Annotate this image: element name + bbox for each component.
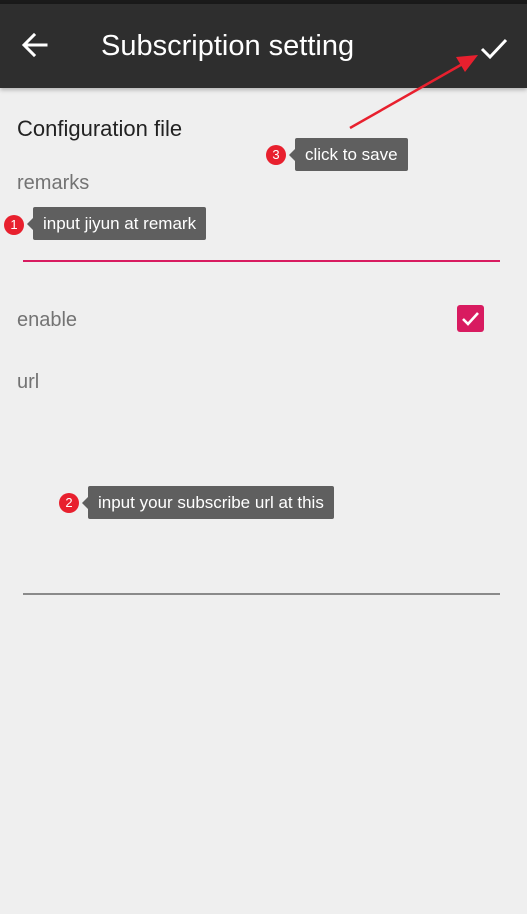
- annotation-note-3: click to save: [289, 138, 408, 171]
- page-title: Subscription setting: [101, 30, 355, 62]
- enable-label: enable: [17, 309, 78, 331]
- url-label: url: [17, 371, 40, 393]
- annotation-note-2: input your subscribe url at this: [82, 486, 334, 519]
- remarks-label: remarks: [17, 172, 90, 194]
- back-arrow-icon[interactable]: [18, 28, 52, 62]
- annotation-badge-3: 3: [266, 145, 286, 165]
- annotation-badge-2: 2: [59, 493, 79, 513]
- section-title: Configuration file: [17, 116, 183, 141]
- annotation-badge-1: 1: [4, 215, 24, 235]
- save-check-icon[interactable]: [476, 30, 512, 66]
- app-bar: Subscription setting: [0, 4, 527, 88]
- checkmark-icon: [462, 312, 479, 326]
- annotation-note-1: input jiyun at remark: [26, 207, 207, 240]
- enable-checkbox[interactable]: [457, 305, 484, 332]
